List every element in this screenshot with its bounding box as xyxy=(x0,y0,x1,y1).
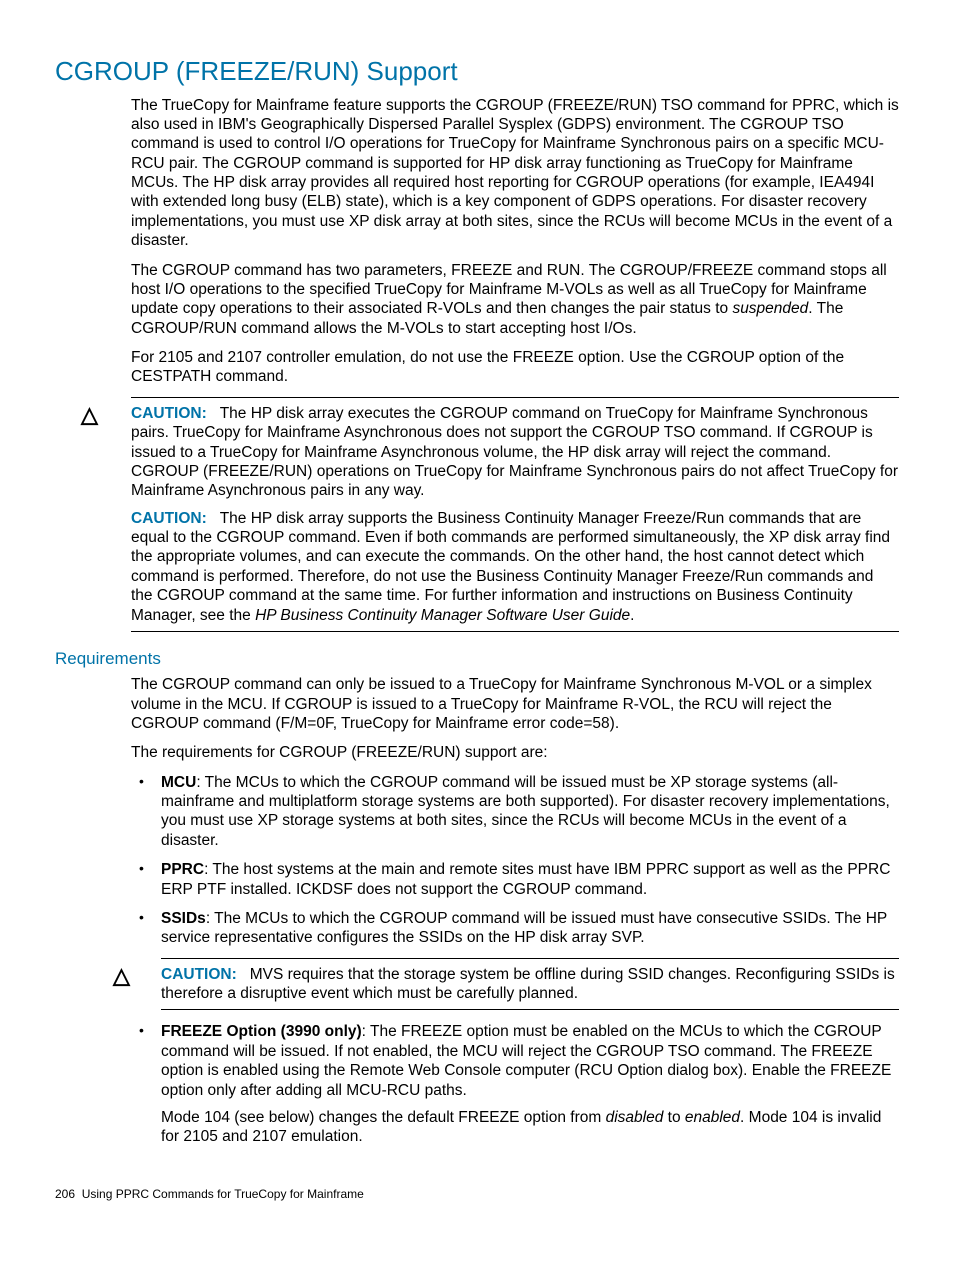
ssids-caution-text: MVS requires that the storage system be … xyxy=(161,966,895,1002)
freeze-paragraph-2: Mode 104 (see below) changes the default… xyxy=(161,1108,899,1147)
freeze-p2c: to xyxy=(663,1109,685,1126)
caution-label: CAUTION: xyxy=(131,405,207,422)
caution-block-ssids: △ CAUTION: MVS requires that the storage… xyxy=(161,958,899,1011)
page-footer: 206 Using PPRC Commands for TrueCopy for… xyxy=(55,1187,899,1202)
pprc-text: : The host systems at the main and remot… xyxy=(161,861,890,897)
caution-1-text-2c: . xyxy=(630,607,634,624)
freeze-p2a: Mode 104 (see below) changes the default… xyxy=(161,1109,606,1126)
caution-icon: △ xyxy=(81,404,98,426)
requirements-paragraph-2: The requirements for CGROUP (FREEZE/RUN)… xyxy=(131,743,899,762)
list-item-mcu: MCU: The MCUs to which the CGROUP comman… xyxy=(131,773,899,851)
page-number: 206 xyxy=(55,1187,75,1201)
pprc-label: PPRC xyxy=(161,861,204,878)
requirements-list-cont: FREEZE Option (3990 only): The FREEZE op… xyxy=(131,1022,899,1146)
mcu-text: : The MCUs to which the CGROUP command w… xyxy=(161,774,890,849)
list-item-freeze: FREEZE Option (3990 only): The FREEZE op… xyxy=(131,1022,899,1146)
caution-label: CAUTION: xyxy=(161,966,237,983)
caution-icon: △ xyxy=(113,965,130,987)
requirements-paragraph-1: The CGROUP command can only be issued to… xyxy=(131,675,899,733)
p2-italic: suspended xyxy=(732,300,808,317)
requirements-heading: Requirements xyxy=(55,648,899,669)
freeze-p2d: enabled xyxy=(685,1109,740,1126)
caution-1-text-2b: HP Business Continuity Manager Software … xyxy=(255,607,630,624)
requirements-list: MCU: The MCUs to which the CGROUP comman… xyxy=(131,773,899,948)
caution-block-1: △ CAUTION: The HP disk array executes th… xyxy=(131,397,899,632)
intro-paragraph-3: For 2105 and 2107 controller emulation, … xyxy=(131,348,899,387)
list-item-pprc: PPRC: The host systems at the main and r… xyxy=(131,860,899,899)
ssids-caution-para: CAUTION: MVS requires that the storage s… xyxy=(161,965,899,1004)
freeze-label: FREEZE Option (3990 only) xyxy=(161,1023,362,1040)
page-heading: CGROUP (FREEZE/RUN) Support xyxy=(55,55,899,88)
ssids-label: SSIDs xyxy=(161,910,206,927)
caution-1-para-1: CAUTION: The HP disk array executes the … xyxy=(131,404,899,501)
caution-1-para-2: CAUTION: The HP disk array supports the … xyxy=(131,509,899,625)
intro-paragraph-2: The CGROUP command has two parameters, F… xyxy=(131,261,899,339)
mcu-label: MCU xyxy=(161,774,196,791)
caution-label: CAUTION: xyxy=(131,510,207,527)
freeze-p2b: disabled xyxy=(606,1109,664,1126)
ssids-text: : The MCUs to which the CGROUP command w… xyxy=(161,910,887,946)
intro-paragraph-1: The TrueCopy for Mainframe feature suppo… xyxy=(131,96,899,251)
footer-text: Using PPRC Commands for TrueCopy for Mai… xyxy=(82,1187,364,1201)
list-item-ssids: SSIDs: The MCUs to which the CGROUP comm… xyxy=(131,909,899,948)
caution-1-text-1: The HP disk array executes the CGROUP co… xyxy=(131,405,898,500)
